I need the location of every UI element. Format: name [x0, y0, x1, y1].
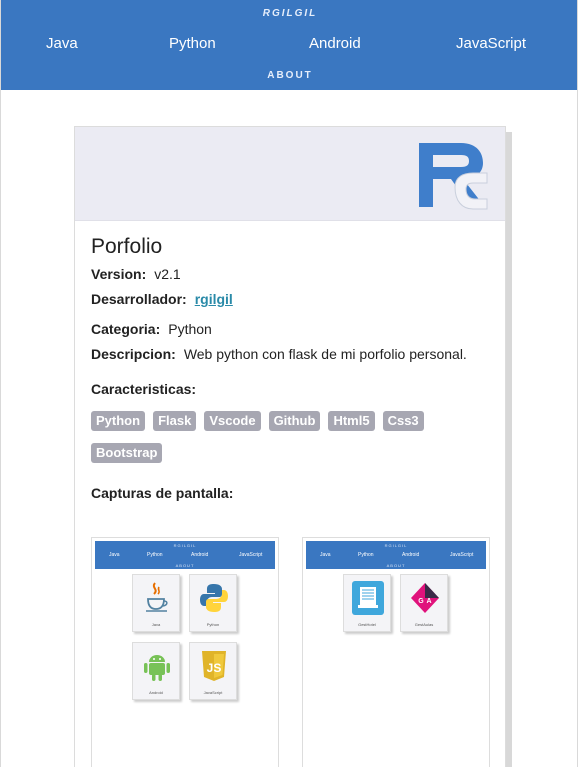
- page: RGILGIL Java Python Android JavaScript A…: [0, 0, 578, 767]
- mini-tile-gestaulas: G A GestAulas: [400, 574, 448, 632]
- nav-link-python[interactable]: Python: [169, 35, 216, 52]
- java-icon: [146, 582, 168, 612]
- mini-tile-java: Java: [132, 574, 180, 632]
- brand-logo[interactable]: RGILGIL: [1, 8, 577, 19]
- tag-flask: Flask: [153, 411, 197, 431]
- version-value: v2.1: [154, 266, 181, 282]
- mini-nav-item: Android: [191, 552, 209, 558]
- mini-nav-item: JavaScript: [450, 552, 474, 558]
- description-label: Descripcion:: [91, 346, 176, 362]
- version-row: Version: v2.1: [91, 266, 489, 283]
- mini-about: ABOUT: [386, 563, 406, 568]
- project-card: Porfolio Version: v2.1 Desarrollador: rgil…: [74, 126, 506, 767]
- mini-tile-android: Android: [132, 642, 180, 700]
- javascript-icon: JS: [202, 651, 226, 681]
- svg-text:JS: JS: [207, 661, 222, 675]
- mini-tile-python: Python: [189, 574, 237, 632]
- svg-text:A: A: [426, 598, 431, 605]
- tag-css3: Css3: [382, 411, 424, 431]
- screenshot-thumbnail[interactable]: RGILGIL Java Python Android JavaScript A…: [91, 537, 279, 767]
- developer-link[interactable]: rgilgil: [195, 291, 233, 307]
- mini-navbar: RGILGIL Java Python Android JavaScript A…: [306, 541, 486, 569]
- description-value: Web python con flask de mi porfolio pers…: [183, 346, 467, 362]
- top-navbar: RGILGIL Java Python Android JavaScript A…: [1, 0, 577, 90]
- card-banner: [75, 127, 505, 221]
- mini-about: ABOUT: [175, 563, 195, 568]
- feature-tags: Python Flask Vscode Github Html5 Css3 Bo…: [91, 411, 451, 463]
- svg-text:G: G: [418, 598, 424, 605]
- mini-tile-label: GestHotel: [358, 622, 376, 627]
- mini-brand: RGILGIL: [384, 543, 408, 548]
- tag-vscode: Vscode: [204, 411, 261, 431]
- mini-tile-label: GestAulas: [414, 622, 434, 627]
- nav-link-android[interactable]: Android: [309, 35, 361, 52]
- mini-nav-item: Python: [358, 552, 374, 558]
- category-row: Categoria: Python: [91, 321, 489, 338]
- mini-tile-label: Android: [149, 690, 163, 695]
- card-body: Porfolio Version: v2.1 Desarrollador: rgil…: [75, 221, 505, 501]
- mini-nav-item: Android: [402, 552, 420, 558]
- mini-nav-item: JavaScript: [239, 552, 263, 558]
- mini-tile-javascript: JS JavaScript: [189, 642, 237, 700]
- classroom-icon: G A: [411, 583, 439, 613]
- android-icon: [144, 655, 170, 681]
- screenshot-thumbnail[interactable]: RGILGIL Java Python Android JavaScript A…: [302, 537, 490, 767]
- mini-tile-label: JavaScript: [203, 690, 223, 695]
- nav-link-javascript[interactable]: JavaScript: [456, 35, 526, 52]
- features-heading: Caracteristicas:: [91, 381, 197, 397]
- description-row: Descripcion: Web python con flask de mi p…: [91, 346, 489, 363]
- developer-row: Desarrollador: rgilgil: [91, 291, 489, 308]
- about-link[interactable]: ABOUT: [1, 70, 577, 81]
- developer-label: Desarrollador:: [91, 291, 187, 307]
- project-title: Porfolio: [91, 235, 163, 258]
- mini-navbar: RGILGIL Java Python Android JavaScript A…: [95, 541, 275, 569]
- mini-tile-label: Java: [151, 622, 161, 627]
- hotel-icon: [352, 581, 384, 615]
- mini-tile-gesthotel: GestHotel: [343, 574, 391, 632]
- category-label: Categoria:: [91, 321, 161, 337]
- nav-link-java[interactable]: Java: [46, 35, 78, 52]
- rg-logo-icon: [419, 143, 488, 210]
- screenshot-gallery: RGILGIL Java Python Android JavaScript A…: [91, 537, 491, 767]
- main-nav: Java Python Android JavaScript: [1, 35, 577, 55]
- mini-nav-item: Java: [109, 552, 120, 558]
- tag-html5: Html5: [328, 411, 375, 431]
- mini-brand: RGILGIL: [173, 543, 197, 548]
- python-icon: [200, 584, 228, 612]
- mini-nav-item: Java: [320, 552, 331, 558]
- tag-python: Python: [91, 411, 146, 431]
- screenshots-heading: Capturas de pantalla:: [91, 485, 234, 501]
- mini-nav-item: Python: [147, 552, 163, 558]
- tag-bootstrap: Bootstrap: [91, 443, 163, 463]
- mini-tile-label: Python: [206, 622, 220, 627]
- category-value: Python: [168, 321, 212, 337]
- tag-github: Github: [268, 411, 321, 431]
- version-label: Version:: [91, 266, 147, 282]
